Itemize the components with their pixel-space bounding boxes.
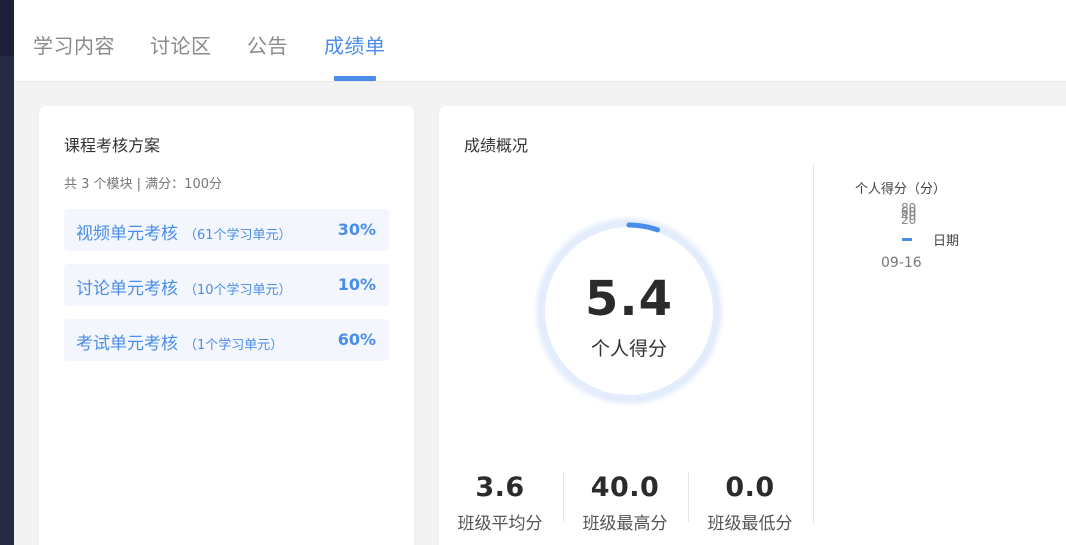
module-name: 视频单元考核 [76,224,178,244]
mini-chart-legend: 日期 [933,234,960,249]
stat-value: 3.6 [475,472,525,503]
scheme-summary: 共 3 个模块 | 满分：100分 [64,177,222,192]
module-unit-count: （61个学习单元） [184,228,292,243]
stat-class-lowest: 0.0 班级最低分 [690,472,810,534]
tab-bar: 学习内容 讨论区 公告 成绩单 [14,0,1066,82]
personal-score-value: 5.4 [584,271,674,327]
personal-score-label: 个人得分 [590,338,667,360]
stat-label: 班级最低分 [707,514,793,534]
module-video[interactable]: 视频单元考核 （61个学习单元） 30% [64,209,389,251]
stat-class-highest: 40.0 班级最高分 [565,472,685,534]
tab-discussion[interactable]: 讨论区 [150,30,212,59]
stat-class-average: 3.6 班级平均分 [440,472,560,534]
tab-announcements[interactable]: 公告 [247,30,288,59]
assessment-scheme-card: 课程考核方案 共 3 个模块 | 满分：100分 视频单元考核 （61个学习单元）… [39,106,414,545]
module-unit-count: （1个学习单元） [184,338,284,353]
module-name: 考试单元考核 [76,334,178,354]
mini-chart-legend-swatch [902,238,912,241]
tab-grades[interactable]: 成绩单 [324,30,386,59]
module-percent: 30% [337,220,376,239]
module-percent: 60% [337,330,376,349]
stat-label: 班级最高分 [582,514,668,534]
stat-label: 班级平均分 [457,514,543,534]
overview-divider [813,164,814,524]
scheme-title: 课程考核方案 [64,136,161,155]
module-exam[interactable]: 考试单元考核 （1个学习单元） 60% [64,319,389,361]
mini-chart-tick: 20 [901,213,917,227]
score-ring: 5.4 个人得分 [534,216,724,406]
active-tab-indicator [334,76,376,81]
mini-chart-date-tick: 09-16 [881,255,922,271]
sidebar-top [0,0,14,56]
score-overview-card: 成绩概况 5.4 个人得分 3.6 班级平均分 40.0 班级最高分 0.0 班… [439,106,1066,545]
tab-learning-content[interactable]: 学习内容 [33,30,115,59]
mini-chart-ylabel: 个人得分（分） [855,182,947,197]
stat-divider [563,472,564,522]
module-percent: 10% [337,275,376,294]
sidebar-strip [0,0,14,545]
module-name: 讨论单元考核 [76,279,178,299]
overview-title: 成绩概况 [464,136,529,155]
stat-value: 0.0 [725,472,775,503]
stat-divider [688,472,689,522]
stat-value: 40.0 [590,472,660,503]
module-unit-count: （10个学习单元） [184,283,292,298]
mini-chart-ticks: 80 60 40 20 [901,202,917,227]
module-discussion[interactable]: 讨论单元考核 （10个学习单元） 10% [64,264,389,306]
